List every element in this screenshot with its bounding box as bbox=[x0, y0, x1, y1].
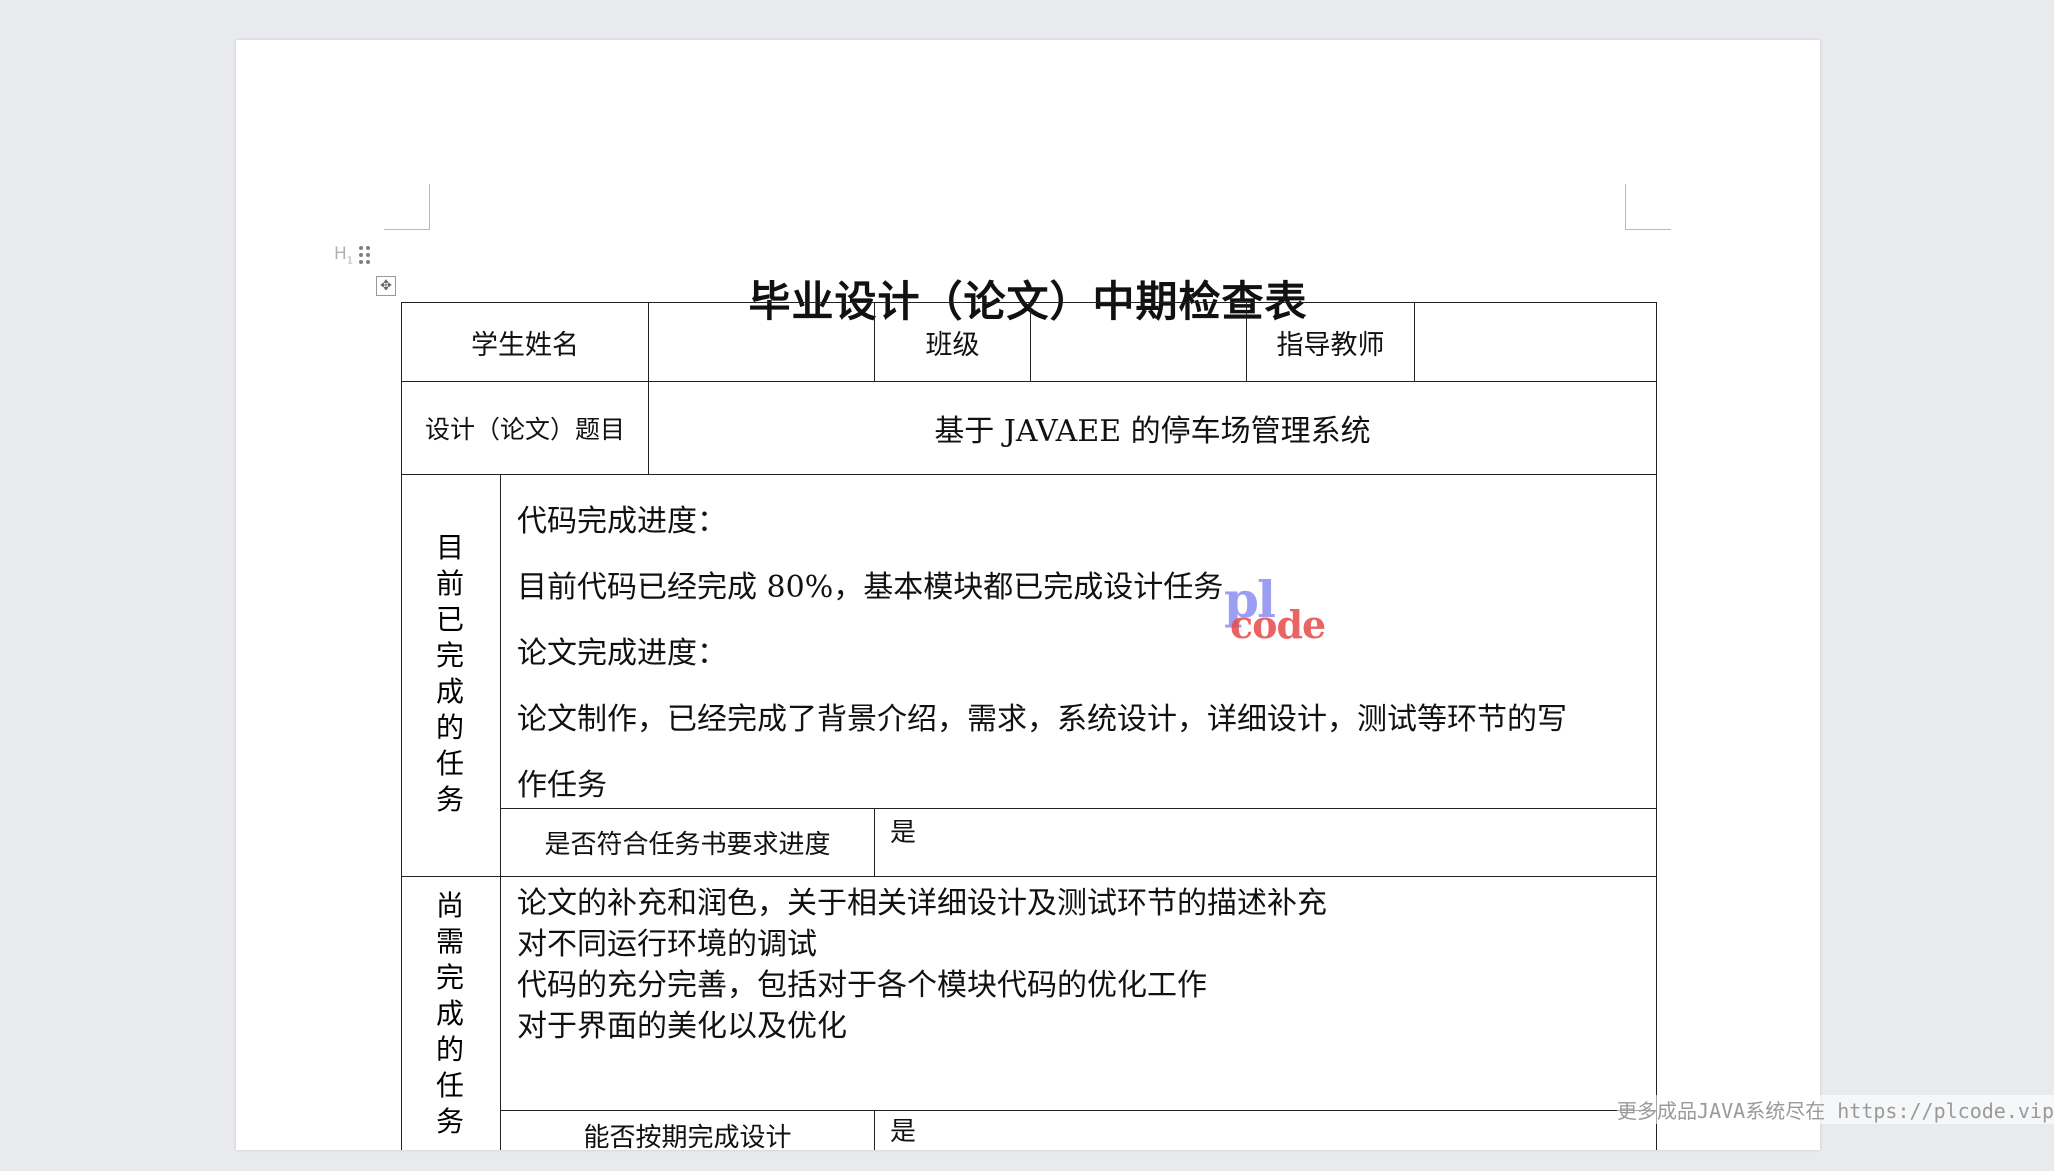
completed-line: 目前代码已经完成 80%，基本模块都已完成设计任务 bbox=[517, 570, 1224, 605]
drag-handle-icon[interactable] bbox=[359, 246, 371, 265]
vertical-label-char: 需 bbox=[435, 925, 464, 958]
remaining-tasks-label: 尚需完成的任务 bbox=[430, 888, 470, 1140]
heading-style-marker[interactable]: H1 bbox=[334, 244, 371, 267]
vertical-label-char: 务 bbox=[435, 1105, 464, 1138]
vertical-label-char: 前 bbox=[435, 567, 464, 600]
remaining-line: 对于界面的美化以及优化 bbox=[517, 1009, 847, 1044]
vertical-label-char: 任 bbox=[435, 747, 464, 780]
vertical-label-char: 完 bbox=[435, 961, 464, 994]
completed-line: 作任务 bbox=[517, 768, 607, 803]
vertical-label-char: 务 bbox=[435, 783, 464, 816]
completed-line: 代码完成进度： bbox=[517, 504, 727, 539]
vertical-label-char: 已 bbox=[435, 603, 464, 636]
margin-corner-top-left bbox=[384, 184, 430, 230]
student-name-field[interactable] bbox=[649, 303, 874, 381]
topic-value[interactable]: 基于 JAVAEE 的停车场管理系统 bbox=[649, 382, 1656, 474]
watermark-logo: pl code bbox=[1224, 570, 1326, 647]
vertical-label-char: 完 bbox=[435, 639, 464, 672]
student-name-label: 学生姓名 bbox=[471, 329, 579, 361]
heading-level-icon: H1 bbox=[334, 244, 354, 267]
footer-note: 更多成品JAVA系统尽在 https://plcode.vip bbox=[1617, 1095, 2054, 1124]
remaining-line: 对不同运行环境的调试 bbox=[517, 927, 817, 962]
vertical-label-char: 成 bbox=[435, 675, 464, 708]
vertical-label-char: 任 bbox=[435, 1069, 464, 1102]
completed-line: 论文完成进度： bbox=[517, 636, 727, 671]
topic-label: 设计（论文）题目 bbox=[424, 415, 625, 444]
advisor-field[interactable] bbox=[1415, 303, 1656, 381]
meets-schedule-label: 是否符合任务书要求进度 bbox=[544, 830, 831, 860]
class-field[interactable] bbox=[1031, 303, 1246, 381]
class-label: 班级 bbox=[925, 329, 980, 361]
remaining-line: 代码的充分完善，包括对于各个模块代码的优化工作 bbox=[517, 968, 1207, 1003]
meets-schedule-value[interactable]: 是 bbox=[890, 812, 916, 849]
vertical-label-char: 尚 bbox=[435, 889, 464, 922]
remaining-line: 论文的补充和润色，关于相关详细设计及测试环节的描述补充 bbox=[517, 886, 1327, 921]
completed-tasks-label: 目前已完成的任务 bbox=[430, 530, 470, 818]
document-page: H1 ✥ 毕业设计（论文）中期检查表 学生姓名 班级 指导教师 设计（论文）题目 bbox=[236, 40, 1820, 1153]
completed-line: 论文制作，已经完成了背景介绍，需求，系统设计，详细设计，测试等环节的写 bbox=[517, 702, 1567, 737]
advisor-label: 指导教师 bbox=[1276, 329, 1385, 361]
on-time-label: 能否按期完成设计 bbox=[583, 1123, 792, 1153]
vertical-label-char: 成 bbox=[435, 997, 464, 1030]
vertical-label-char: 的 bbox=[435, 711, 464, 744]
vertical-label-char: 目 bbox=[435, 531, 464, 564]
vertical-label-char: 的 bbox=[435, 1033, 464, 1066]
margin-corner-top-right bbox=[1625, 184, 1671, 230]
